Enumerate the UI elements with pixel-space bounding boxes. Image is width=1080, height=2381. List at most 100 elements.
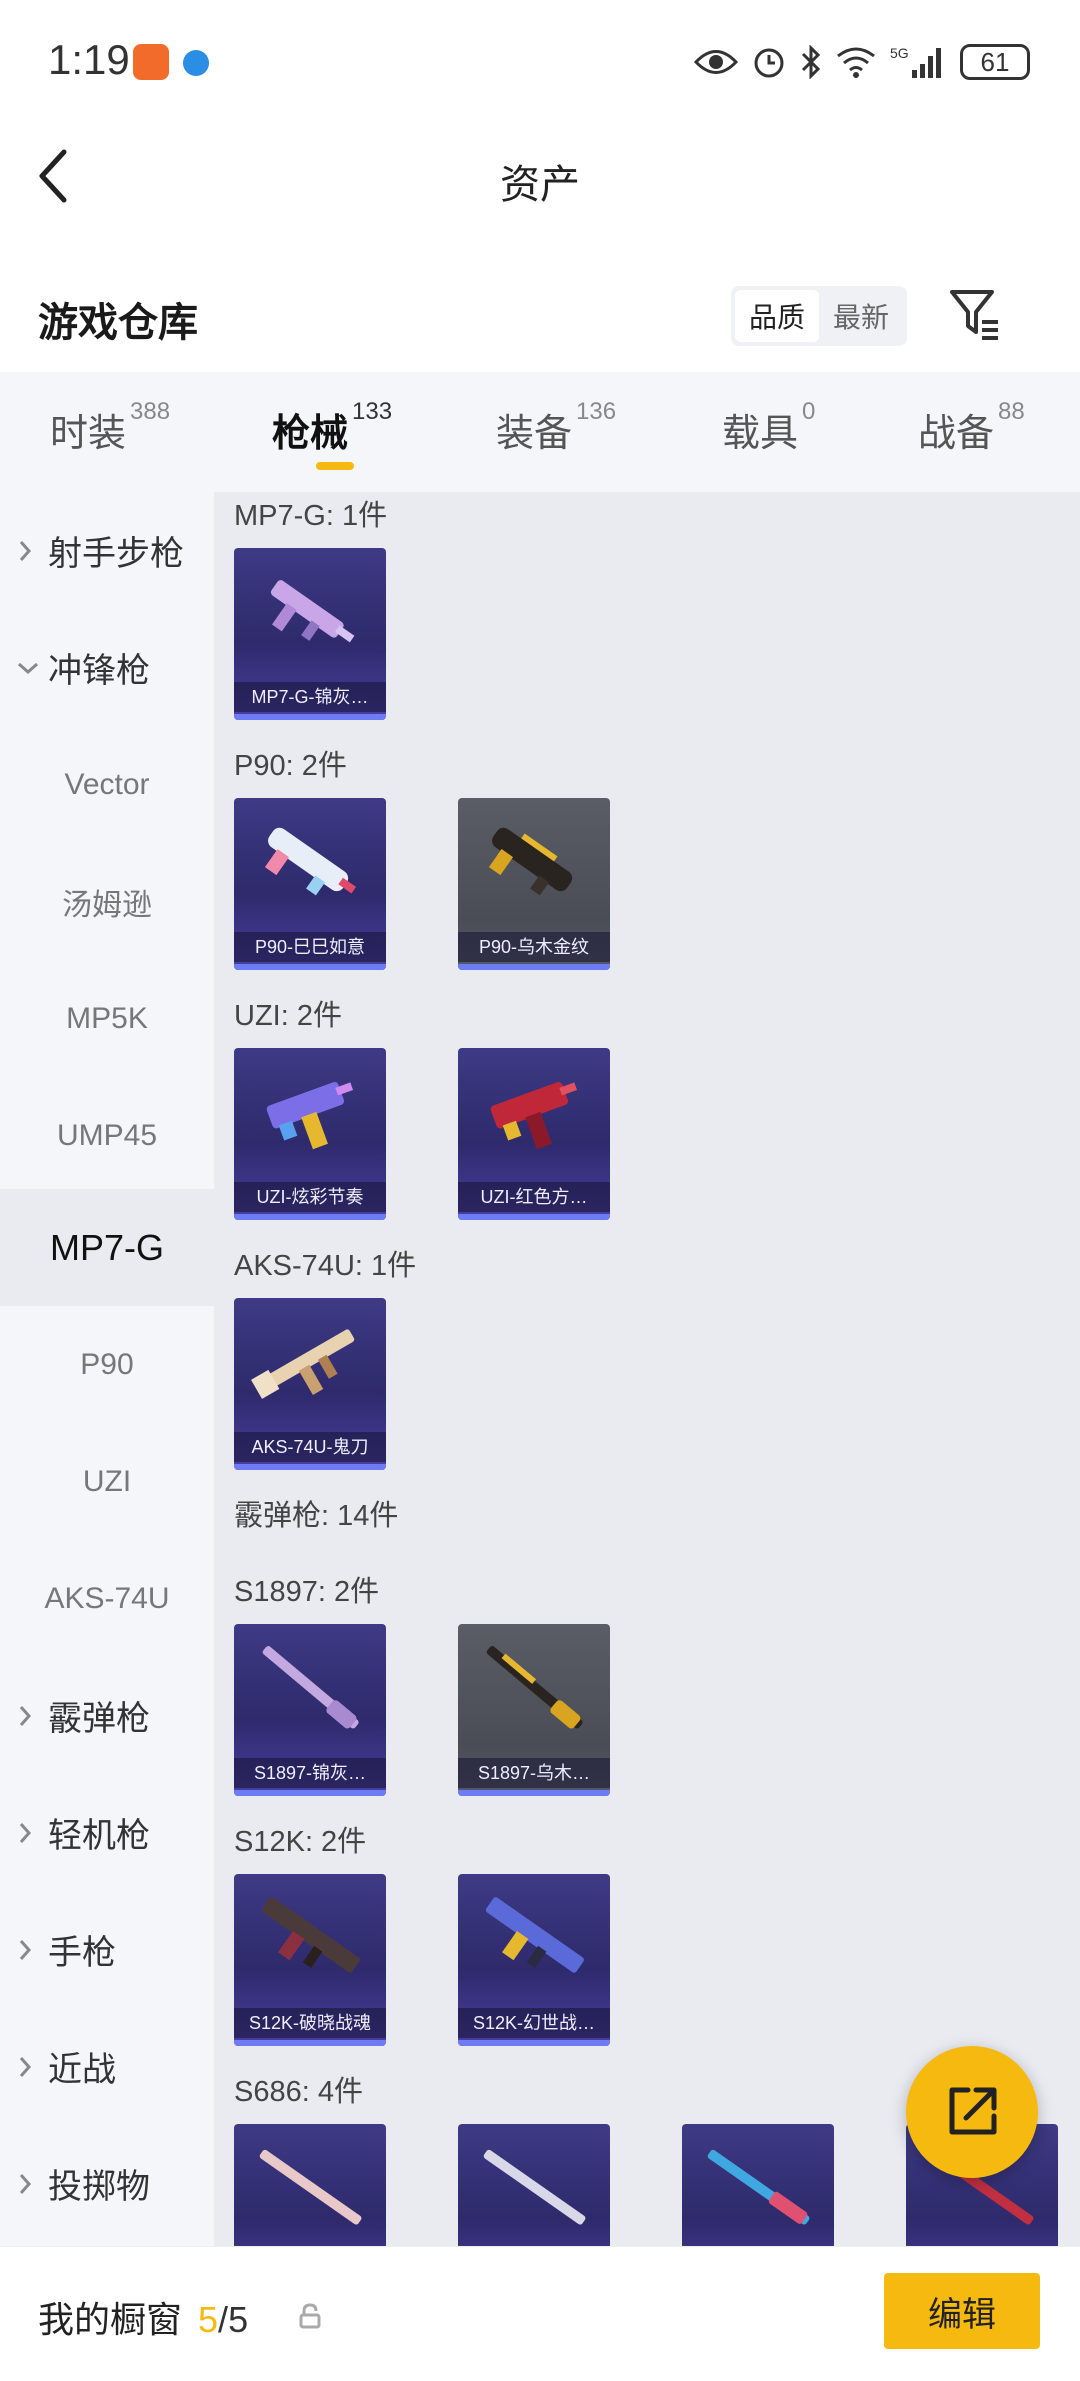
smg-icon bbox=[488, 827, 573, 896]
weapon-grid: MP7-G: 1件 MP7-G-锦灰… P90: 2件 P90-巳巳如意 P90… bbox=[214, 492, 1080, 2246]
share-fab-button[interactable] bbox=[906, 2046, 1038, 2178]
sidebar-item-shotgun[interactable]: 霰弹枪 bbox=[0, 1657, 214, 1774]
tab-battle-gear[interactable]: 战备88 bbox=[918, 398, 1025, 457]
category-tabs: 时装388 枪械133 装备136 载具0 战备88 bbox=[0, 372, 1080, 492]
weapon-card[interactable]: UZI-红色方… bbox=[458, 1048, 610, 1220]
weapon-card-label: UZI-红色方… bbox=[458, 1182, 610, 1212]
weapon-card-label: MP7-G-锦灰… bbox=[234, 682, 386, 712]
smg-icon bbox=[264, 827, 357, 896]
tab-active-indicator bbox=[316, 462, 354, 470]
wifi-icon bbox=[837, 47, 875, 78]
showcase-current-count: 5 bbox=[198, 2299, 219, 2340]
sort-quality-button[interactable]: 品质 bbox=[735, 290, 819, 342]
sidebar-item-thompson[interactable]: 汤姆逊 bbox=[0, 843, 214, 960]
share-icon bbox=[949, 2087, 997, 2135]
warehouse-title: 游戏仓库 bbox=[38, 301, 198, 345]
weapon-card[interactable] bbox=[458, 2124, 610, 2246]
weapon-card[interactable]: UZI-炫彩节奏 bbox=[234, 1048, 386, 1220]
sidebar-item-label: MP7-G bbox=[49, 1226, 164, 1268]
weapon-card[interactable]: MP7-G-锦灰… bbox=[234, 548, 386, 720]
chevron-down-icon bbox=[18, 662, 38, 674]
weapon-card[interactable] bbox=[234, 2124, 386, 2246]
sidebar-item-label: MP5K bbox=[66, 1001, 148, 1035]
chevron-right-icon bbox=[19, 2173, 32, 2194]
shotgun-icon bbox=[483, 2149, 586, 2225]
warehouse-header: 游戏仓库 品质 最新 bbox=[0, 260, 1080, 370]
sidebar-item-label: 手枪 bbox=[48, 1934, 116, 1972]
globe-icon bbox=[183, 50, 209, 76]
status-icons: 5G 61 bbox=[694, 38, 1030, 86]
tab-label: 枪械 bbox=[272, 413, 349, 455]
weapon-card-label: UZI-炫彩节奏 bbox=[234, 1182, 386, 1212]
page-title: 资产 bbox=[500, 163, 580, 207]
chevron-right-icon bbox=[19, 1705, 32, 1726]
showcase-max-count: 5 bbox=[228, 2299, 249, 2340]
tab-label: 装备 bbox=[496, 413, 573, 455]
tab-count: 133 bbox=[352, 398, 393, 425]
sidebar-item-mp7g[interactable]: MP7-G bbox=[0, 1189, 214, 1306]
group-label-mp7g: MP7-G: 1件 bbox=[234, 500, 388, 532]
app-notification-icon bbox=[133, 44, 169, 80]
sidebar-item-vector[interactable]: Vector bbox=[0, 726, 214, 843]
sidebar-item-aks74u[interactable]: AKS-74U bbox=[0, 1540, 214, 1657]
sidebar-item-label: 冲锋枪 bbox=[48, 652, 150, 690]
sidebar-item-label: UZI bbox=[82, 1464, 132, 1498]
sidebar-item-p90[interactable]: P90 bbox=[0, 1306, 214, 1423]
weapon-card-label: S12K-破晓战魂 bbox=[234, 2008, 386, 2038]
sidebar-item-label: 投掷物 bbox=[48, 2168, 150, 2206]
sidebar-item-pistol[interactable]: 手枪 bbox=[0, 1891, 214, 2008]
weapon-card[interactable]: S1897-乌木… bbox=[458, 1624, 610, 1796]
tab-equipment[interactable]: 装备136 bbox=[496, 398, 616, 457]
weapon-card-label: S1897-乌木… bbox=[458, 1758, 610, 1788]
weapon-card-label: S1897-锦灰… bbox=[234, 1758, 386, 1788]
sidebar-item-throwable[interactable]: 投掷物 bbox=[0, 2125, 214, 2242]
weapon-card[interactable]: S12K-幻世战… bbox=[458, 1874, 610, 2046]
smg-icon bbox=[270, 580, 355, 643]
chevron-right-icon bbox=[19, 2056, 32, 2077]
edit-button[interactable]: 编辑 bbox=[884, 2273, 1040, 2349]
smg-icon bbox=[490, 1082, 578, 1150]
rifle-icon bbox=[251, 1329, 355, 1399]
sidebar-item-label: AKS-74U bbox=[44, 1581, 170, 1615]
showcase-separator: / bbox=[218, 2299, 229, 2340]
weapon-card[interactable] bbox=[682, 2124, 834, 2246]
weapon-card[interactable]: P90-乌木金纹 bbox=[458, 798, 610, 970]
signal-icon: 5G bbox=[890, 45, 941, 78]
sidebar-item-smg[interactable]: 冲锋枪 bbox=[0, 609, 214, 726]
shotgun-icon bbox=[707, 2149, 810, 2225]
tab-label: 时装 bbox=[50, 413, 127, 455]
bluetooth-icon bbox=[801, 45, 821, 79]
weapon-card-label: P90-乌木金纹 bbox=[458, 932, 610, 962]
weapon-card[interactable]: P90-巳巳如意 bbox=[234, 798, 386, 970]
tab-fashion[interactable]: 时装388 bbox=[50, 398, 170, 457]
sidebar-item-label: Vector bbox=[64, 767, 150, 801]
tab-count: 388 bbox=[130, 398, 171, 425]
tab-vehicles[interactable]: 载具0 bbox=[722, 398, 815, 457]
weapon-card[interactable]: AKS-74U-鬼刀 bbox=[234, 1298, 386, 1470]
weapon-card[interactable]: S1897-锦灰… bbox=[234, 1624, 386, 1796]
sidebar-item-marksman-rifle[interactable]: 射手步枪 bbox=[0, 492, 214, 609]
filter-icon[interactable] bbox=[948, 286, 1004, 342]
sidebar-item-ump45[interactable]: UMP45 bbox=[0, 1077, 214, 1194]
svg-text:5G: 5G bbox=[890, 45, 909, 61]
sidebar-item-melee[interactable]: 近战 bbox=[0, 2008, 214, 2125]
sidebar-item-mp5k[interactable]: MP5K bbox=[0, 960, 214, 1077]
sidebar-item-uzi[interactable]: UZI bbox=[0, 1423, 214, 1540]
weapon-card-label: P90-巳巳如意 bbox=[234, 932, 386, 962]
showcase-label: 我的橱窗 bbox=[38, 2299, 183, 2340]
shotgun-icon bbox=[259, 2149, 362, 2225]
tab-count: 88 bbox=[998, 398, 1025, 425]
shotgun-icon bbox=[486, 1646, 583, 1729]
tab-label: 战备 bbox=[918, 413, 995, 455]
chevron-right-icon bbox=[19, 540, 32, 561]
tab-guns[interactable]: 枪械133 bbox=[272, 398, 392, 457]
chevron-right-icon bbox=[19, 1822, 32, 1843]
group-label-p90: P90: 2件 bbox=[234, 750, 347, 782]
sidebar-item-lmg[interactable]: 轻机枪 bbox=[0, 1774, 214, 1891]
group-label-s12k: S12K: 2件 bbox=[234, 1826, 367, 1858]
sidebar-item-label: 霰弹枪 bbox=[48, 1700, 150, 1738]
group-label-s686: S686: 4件 bbox=[234, 2076, 363, 2108]
sort-newest-button[interactable]: 最新 bbox=[819, 290, 903, 342]
tab-label: 载具 bbox=[722, 413, 799, 455]
weapon-card[interactable]: S12K-破晓战魂 bbox=[234, 1874, 386, 2046]
